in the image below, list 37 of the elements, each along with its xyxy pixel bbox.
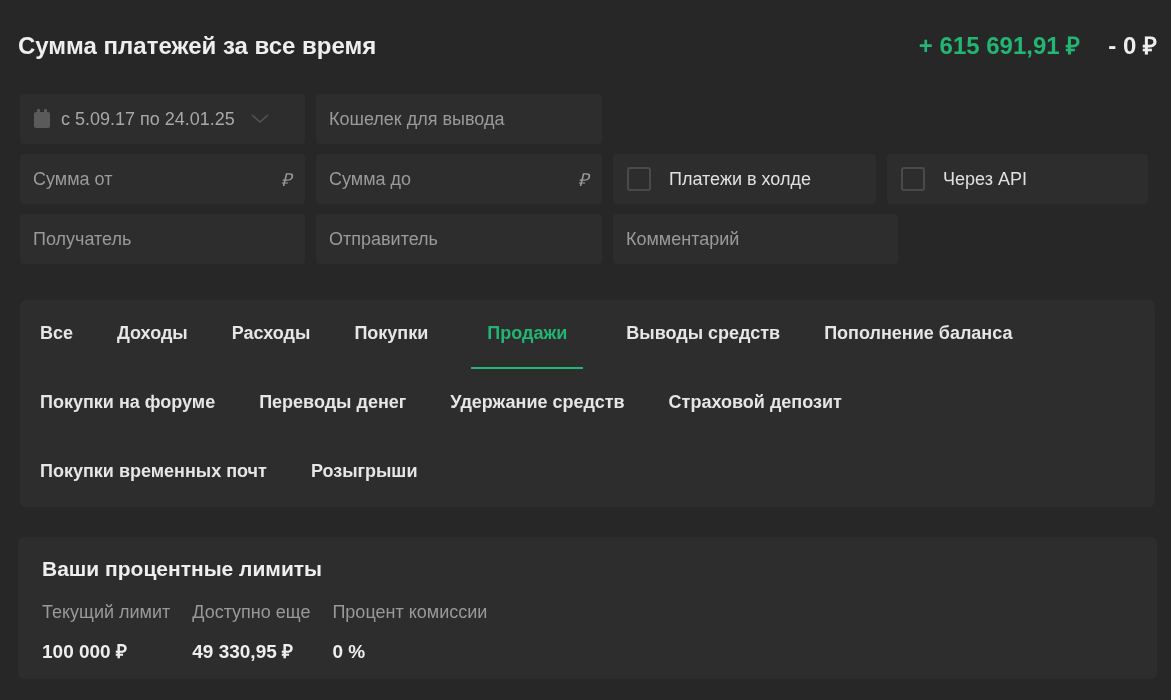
limit-value: 0 % (332, 639, 367, 664)
filter-tab[interactable]: Покупки (353, 300, 430, 369)
expense-total: - 0 ₽ (1108, 31, 1157, 61)
filter-tab[interactable]: Переводы денег (258, 369, 408, 438)
chevron-down-icon (250, 114, 269, 124)
limits-title: Ваши процентные лимиты (42, 556, 324, 582)
limit-label: Процент комиссии (332, 600, 488, 624)
filter-tab[interactable]: Страховой депозит (667, 369, 843, 438)
filter-tab[interactable]: Покупки на форуме (39, 369, 217, 438)
currency-sign: ₽ (281, 169, 291, 192)
limit-value: 100 000 ₽ (42, 639, 128, 664)
date-range-value: с 5.09.17 по 24.01.25 (61, 107, 235, 131)
limit-value: 49 330,95 ₽ (192, 639, 295, 664)
limit-label: Текущий лимит (42, 600, 171, 624)
filter-tab[interactable]: Выводы средств (625, 300, 782, 369)
checkbox-label: Через API (943, 167, 1027, 191)
sender-field[interactable]: Отправитель (316, 214, 602, 264)
checkbox[interactable] (627, 167, 651, 191)
wallet-field[interactable]: Кошелек для вывода (316, 94, 602, 144)
filter-tab[interactable]: Покупки временных почт (39, 438, 268, 507)
filter-tab[interactable]: Удержание средств (449, 369, 626, 438)
currency-sign: ₽ (578, 169, 588, 192)
filter-tab[interactable]: Продажи (471, 300, 584, 369)
limit-label: Доступно еще (192, 600, 311, 624)
checkbox-label: Платежи в холде (669, 167, 811, 191)
filter-tab[interactable]: Доходы (116, 300, 189, 369)
recipient-field[interactable]: Получатель (20, 214, 305, 264)
page-title: Сумма платежей за все время (18, 31, 377, 61)
comment-field[interactable]: Комментарий (613, 214, 898, 264)
checkbox[interactable] (901, 167, 925, 191)
date-range-picker[interactable]: с 5.09.17 по 24.01.25 (20, 94, 305, 144)
filter-tab[interactable]: Расходы (230, 300, 312, 369)
filter-tab[interactable]: Все (39, 300, 75, 369)
income-total: + 615 691,91 ₽ (918, 31, 1081, 61)
filter-tab[interactable]: Пополнение баланса (823, 300, 1014, 369)
calendar-icon (33, 109, 51, 129)
filter-tab[interactable]: Розыгрыши (309, 438, 419, 507)
